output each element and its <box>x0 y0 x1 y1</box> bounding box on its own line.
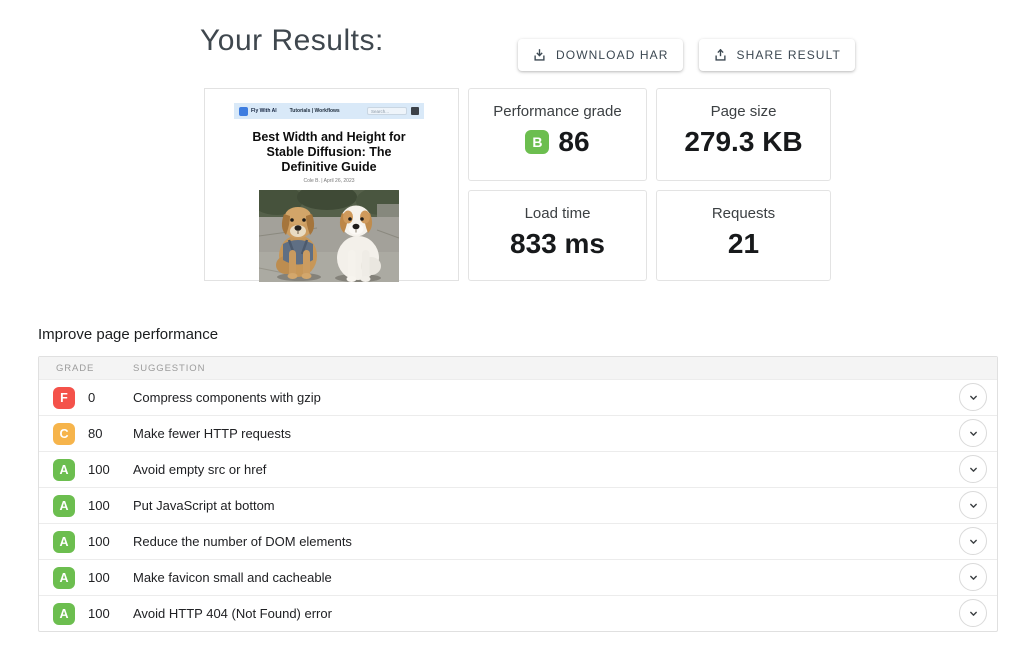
expand-row-button[interactable] <box>959 383 987 411</box>
stat-label: Load time <box>524 205 591 222</box>
chevron-down-icon <box>969 503 977 508</box>
page-size-value: 279.3 KB <box>684 126 803 157</box>
stats-grid: Performance grade B 86 Page size 279.3 K… <box>468 88 831 281</box>
grade-badge: F <box>53 386 75 409</box>
results-page: Your Results: DOWNLOAD HAR SHARE RESULT … <box>0 0 1024 648</box>
expand-row-button[interactable] <box>959 491 987 519</box>
load-time-value: 833 ms <box>510 228 605 259</box>
expand-row-button[interactable] <box>959 527 987 555</box>
grade-score: 100 <box>88 534 110 549</box>
suggestion-column-header: SUGGESTION <box>133 362 206 374</box>
grade-score: 100 <box>88 570 110 585</box>
stat-label: Requests <box>711 205 776 222</box>
stat-label: Performance grade <box>493 103 622 120</box>
grade-badge: A <box>53 458 75 481</box>
grade-score: 0 <box>88 390 96 405</box>
suggestion-row: A 100 Put JavaScript at bottom <box>39 487 997 523</box>
site-nav: Tutorials | Workflows <box>289 108 340 114</box>
result-actions: DOWNLOAD HAR SHARE RESULT <box>518 39 855 71</box>
grade-score: 100 <box>88 462 110 477</box>
grade-badge: A <box>53 566 75 589</box>
stat-card-page-size: Page size 279.3 KB <box>656 88 831 181</box>
grade-score: 80 <box>88 426 103 441</box>
suggestion-text: Put JavaScript at bottom <box>133 498 275 513</box>
suggestion-row: A 100 Avoid HTTP 404 (Not Found) error <box>39 595 997 631</box>
suggestion-row: A 100 Avoid empty src or href <box>39 451 997 487</box>
site-header: Fly With AI Tutorials | Workflows Search… <box>234 103 424 119</box>
requests-value: 21 <box>727 228 760 259</box>
performance-grade-value: 86 <box>558 126 590 157</box>
grade-column-header: GRADE <box>56 362 95 374</box>
grade-score: 100 <box>88 498 110 513</box>
grade-score: 100 <box>88 606 110 621</box>
expand-row-button[interactable] <box>959 419 987 447</box>
suggestion-row: A 100 Make favicon small and cacheable <box>39 559 997 595</box>
suggestion-rows: F 0 Compress components with gzip C 80 M… <box>39 379 997 631</box>
article-title: Best Width and Height for Stable Diffusi… <box>252 130 406 174</box>
stat-label: Page size <box>710 103 777 120</box>
grade-badge: A <box>53 530 75 553</box>
download-har-button[interactable]: DOWNLOAD HAR <box>518 39 683 71</box>
chevron-down-icon <box>969 539 977 544</box>
stat-value: B 86 <box>469 126 646 158</box>
share-result-label: SHARE RESULT <box>736 48 841 62</box>
suggestion-text: Avoid HTTP 404 (Not Found) error <box>133 606 332 621</box>
expand-row-button[interactable] <box>959 599 987 627</box>
site-logo-icon <box>239 106 248 116</box>
chevron-down-icon <box>969 467 977 472</box>
chevron-down-icon <box>969 611 977 616</box>
stat-card-requests: Requests 21 <box>656 190 831 281</box>
page-screenshot-card: Fly With AI Tutorials | Workflows Search… <box>204 88 459 282</box>
table-header: GRADE SUGGESTION <box>39 357 997 379</box>
puppies-image <box>259 190 399 282</box>
suggestion-text: Make favicon small and cacheable <box>133 570 332 585</box>
chevron-down-icon <box>969 431 977 436</box>
suggestion-text: Avoid empty src or href <box>133 462 267 477</box>
suggestion-row: A 100 Reduce the number of DOM elements <box>39 523 997 559</box>
suggestions-table: GRADE SUGGESTION F 0 Compress components… <box>38 356 998 632</box>
page-title: Your Results: <box>200 24 384 57</box>
stat-card-performance-grade: Performance grade B 86 <box>468 88 647 181</box>
suggestion-text: Compress components with gzip <box>133 390 321 405</box>
share-tray-icon <box>714 48 726 61</box>
site-search-box: Search... <box>367 107 407 115</box>
website-preview: Fly With AI Tutorials | Workflows Search… <box>234 103 424 282</box>
chevron-down-icon <box>969 395 977 400</box>
improve-section-heading: Improve page performance <box>38 326 219 343</box>
grade-badge: C <box>53 422 75 445</box>
site-header-button <box>411 107 419 115</box>
download-har-label: DOWNLOAD HAR <box>556 48 669 62</box>
grade-badge: A <box>53 602 75 625</box>
suggestion-row: C 80 Make fewer HTTP requests <box>39 415 997 451</box>
expand-row-button[interactable] <box>959 563 987 591</box>
performance-grade-badge: B <box>525 130 550 154</box>
expand-row-button[interactable] <box>959 455 987 483</box>
article-byline: Cole B. | April 26, 2023 <box>303 178 355 184</box>
suggestion-text: Reduce the number of DOM elements <box>133 534 352 549</box>
chevron-down-icon <box>969 575 977 580</box>
download-tray-icon <box>534 48 545 61</box>
suggestion-row: F 0 Compress components with gzip <box>39 379 997 415</box>
site-brand: Fly With AI <box>251 108 277 114</box>
stat-card-load-time: Load time 833 ms <box>468 190 647 281</box>
suggestion-text: Make fewer HTTP requests <box>133 426 291 441</box>
grade-badge: A <box>53 494 75 517</box>
share-result-button[interactable]: SHARE RESULT <box>698 39 855 71</box>
